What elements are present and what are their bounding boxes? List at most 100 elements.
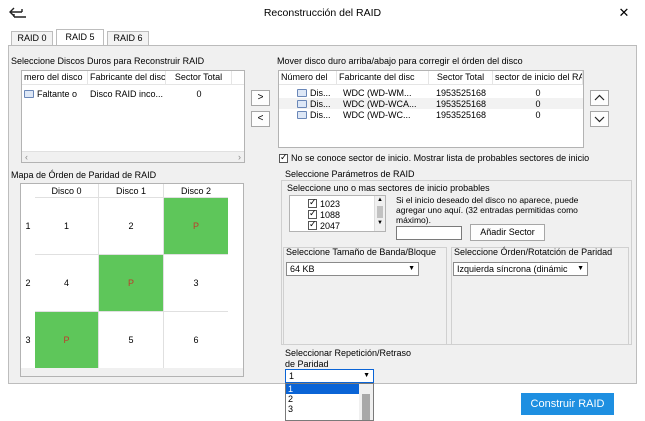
sector-item[interactable]: 1023 <box>290 197 385 209</box>
parity-column-header: Disco 0 <box>35 184 99 198</box>
disk-sectors: 1953525168 <box>435 109 487 120</box>
repeat-label-line: Seleccionar Repetición/Retraso <box>285 348 412 358</box>
list-item[interactable]: Dis... WDC (WD-WC... 1953525168 0 <box>279 109 583 120</box>
list-item[interactable]: Dis... WDC (WD-WM... 1953525168 0 <box>279 87 583 98</box>
disk-number: Dis... <box>310 109 331 120</box>
chevron-up-icon <box>594 94 605 101</box>
build-raid-button[interactable]: Construir RAID <box>521 393 614 415</box>
disk-number: Faltante o <box>37 88 78 99</box>
dropdown-option[interactable]: 1 <box>286 384 359 394</box>
close-icon[interactable]: ✕ <box>612 3 636 23</box>
disk-icon <box>297 100 307 109</box>
column-header[interactable]: Sector Total <box>166 71 232 84</box>
window-title: Reconstrucción del RAID <box>263 7 382 19</box>
parity-cell: 3 <box>164 255 228 312</box>
raid-disks-list[interactable]: Número del Fabricante del disc Sector To… <box>278 70 584 148</box>
available-disks-list[interactable]: mero del disco Fabricante del disc Secto… <box>21 70 245 163</box>
list-header: mero del disco Fabricante del disc Secto… <box>22 71 244 85</box>
scroll-thumb[interactable] <box>377 206 383 218</box>
move-disks-heading: Mover disco duro arriba/abajo para corre… <box>277 56 523 66</box>
horizontal-scrollbar[interactable]: ‹ › <box>22 151 244 162</box>
select-disks-heading: Seleccione Discos Duros para Reconstruir… <box>11 56 205 66</box>
add-sector-button[interactable]: Añadir Sector <box>470 224 545 241</box>
list-header: Número del Fabricante del disc Sector To… <box>279 71 583 85</box>
column-header[interactable]: sector de inicio del RA <box>493 71 583 84</box>
parity-cell: 5 <box>99 312 164 368</box>
disk-icon <box>297 111 307 120</box>
rotation-label: Seleccione Órden/Rotatción de Paridad <box>454 247 613 257</box>
parity-column-header: Disco 1 <box>99 184 164 198</box>
list-item[interactable]: Faltante o Disco RAID inco... 0 <box>22 88 244 99</box>
parity-rotation-value: Izquierda síncrona (dinámic <box>457 264 568 274</box>
parity-cell: 2 <box>99 198 164 255</box>
move-down-button[interactable] <box>590 111 609 127</box>
list-item[interactable]: Dis... WDC (WD-WCA... 1953525168 0 <box>279 98 583 109</box>
chevron-down-icon <box>594 116 605 123</box>
start-sectors-list[interactable]: 1023 1088 2047 ▲ ▼ <box>289 195 386 232</box>
disk-icon <box>297 89 307 98</box>
vertical-scrollbar[interactable] <box>359 384 373 420</box>
scroll-left-icon[interactable]: ‹ <box>25 152 28 162</box>
chevron-down-icon: ▼ <box>408 265 415 272</box>
column-header[interactable]: Fabricante del disc <box>337 71 429 84</box>
disk-maker: WDC (WD-WM... <box>343 87 412 98</box>
column-header[interactable]: Sector Total <box>429 71 493 84</box>
sector-input[interactable] <box>396 226 462 240</box>
disk-sectors: 1953525168 <box>435 98 487 109</box>
stripe-label: Seleccione Tamaño de Banda/Bloque <box>286 247 436 257</box>
parity-repeat-select[interactable]: 1 ▼ <box>285 369 374 383</box>
checkbox[interactable] <box>279 152 288 164</box>
disk-icon <box>24 90 34 99</box>
parity-cell: P <box>35 312 99 368</box>
disk-number: Dis... <box>310 98 331 109</box>
sector-item[interactable]: 1088 <box>290 208 385 220</box>
parity-row-header: 1 <box>25 221 31 231</box>
disk-sectors: 0 <box>196 88 202 99</box>
repeat-label: Seleccionar Repetición/Retraso de Parida… <box>285 348 411 370</box>
tab-raid0[interactable]: RAID 0 <box>11 31 53 46</box>
parity-cell: P <box>164 198 228 255</box>
scroll-right-icon[interactable]: › <box>238 152 241 162</box>
checkbox[interactable] <box>308 219 317 230</box>
start-sectors-label: Seleccione uno o mas sectores de inicio … <box>287 183 490 193</box>
scroll-thumb[interactable] <box>362 394 370 420</box>
column-header[interactable]: Número del <box>279 71 337 84</box>
parity-column-header: Disco 2 <box>164 184 228 198</box>
add-disk-button[interactable]: > <box>251 90 270 106</box>
sector-value: 1023 <box>320 198 341 209</box>
horizontal-scrollbar[interactable] <box>21 368 243 376</box>
sector-hint: Si el inicio deseado del disco no aparec… <box>396 195 579 225</box>
parity-row-header: 3 <box>25 335 31 345</box>
vertical-scrollbar[interactable]: ▲ ▼ <box>374 196 385 231</box>
column-header[interactable]: Fabricante del disc <box>88 71 166 84</box>
disk-start-sector: 0 <box>535 87 541 98</box>
parity-cell: 4 <box>35 255 99 312</box>
move-up-button[interactable] <box>590 90 609 106</box>
parity-cell: P <box>99 255 164 312</box>
stripe-size-value: 64 KB <box>290 264 315 274</box>
disk-start-sector: 0 <box>535 98 541 109</box>
chevron-down-icon: ▼ <box>576 263 584 275</box>
chevron-down-icon: ▼ <box>363 372 370 379</box>
disk-maker: Disco RAID inco... <box>90 88 164 99</box>
tab-raid5[interactable]: RAID 5 <box>56 29 104 46</box>
params-heading: Seleccione Parámetros de RAID <box>285 169 415 179</box>
scroll-up-icon[interactable]: ▲ <box>375 196 385 205</box>
parity-cell: 6 <box>193 335 199 345</box>
parity-cell: 1 <box>35 198 99 255</box>
checkbox[interactable] <box>308 208 317 219</box>
checkbox[interactable] <box>308 197 317 208</box>
parity-rotation-select[interactable]: Izquierda síncrona (dinámic ▼ <box>453 262 588 276</box>
sector-value: 1088 <box>320 209 341 220</box>
column-header[interactable]: mero del disco <box>22 71 88 84</box>
parity-repeat-dropdown-list[interactable]: 1 2 3 <box>285 383 374 421</box>
disk-start-sector: 0 <box>535 109 541 120</box>
sector-item[interactable]: 2047 <box>290 219 385 231</box>
checkbox-label: No se conoce sector de inicio. Mostrar l… <box>291 153 590 163</box>
stripe-size-select[interactable]: 64 KB ▼ <box>286 262 419 276</box>
remove-disk-button[interactable]: < <box>251 111 270 127</box>
scroll-down-icon[interactable]: ▼ <box>375 219 385 228</box>
tab-raid6[interactable]: RAID 6 <box>107 31 149 46</box>
unknown-start-checkbox[interactable]: No se conoce sector de inicio. Mostrar l… <box>279 152 590 164</box>
disk-sectors: 1953525168 <box>435 87 487 98</box>
